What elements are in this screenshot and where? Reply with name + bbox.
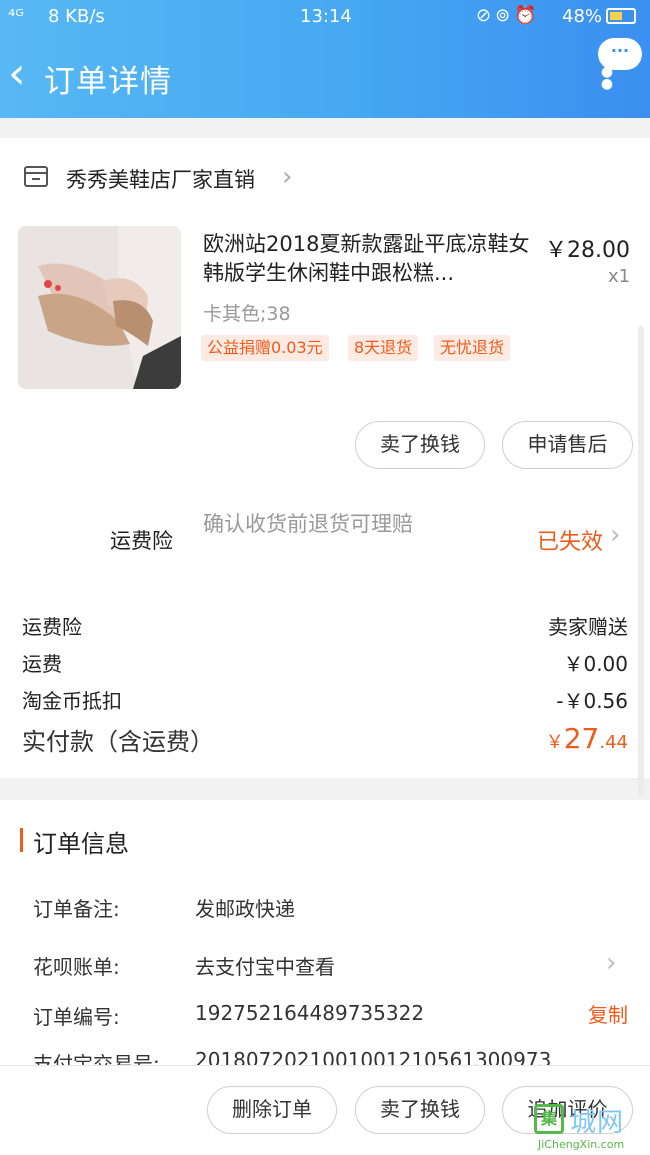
insurance-description: 确认收货前退货可理赔 — [203, 512, 413, 536]
chevron-right-icon[interactable]: › — [282, 162, 292, 192]
delete-order-button[interactable]: 删除订单 — [207, 1086, 337, 1134]
order-note-label: 订单备注: — [33, 897, 120, 921]
alipay-trade-number-value: 2018072021001001210561300973 — [195, 1048, 552, 1065]
lock-rotation-icon: ⊚ — [495, 5, 515, 26]
fee-value-coin-deduction: -￥0.56 — [556, 689, 628, 713]
fee-label-insurance: 运费险 — [22, 615, 82, 639]
chevron-right-icon[interactable]: › — [610, 520, 620, 550]
total-paid-amount: ￥27.44 — [546, 722, 628, 755]
network-speed: 8 KB/s — [48, 6, 105, 27]
sandal-image — [18, 226, 181, 389]
tag-8day-return: 8天退货 — [348, 335, 419, 361]
chevron-right-icon[interactable]: › — [606, 948, 616, 978]
total-paid-label: 实付款（含运费） — [22, 728, 214, 756]
more-menu-icon[interactable]: ● ● — [600, 65, 614, 91]
currency-symbol: ￥ — [545, 732, 564, 753]
product-sku: 卡其色;38 — [203, 303, 291, 325]
status-bar: ⁴ᴳ 8 KB/s 13:14 ⊘⊚⏰ 48% — [0, 0, 650, 34]
alarm-icon: ⏰ — [514, 5, 541, 26]
nfc-icon: ⊘ — [476, 5, 496, 26]
section-accent-bar — [20, 828, 23, 852]
sell-for-cash-button-bottom[interactable]: 卖了换钱 — [355, 1086, 485, 1134]
watermark-text: 城网 — [570, 1108, 625, 1138]
huabei-bill-link[interactable]: 去支付宝中查看 — [195, 951, 335, 980]
tag-worry-free-return: 无忧退货 — [434, 335, 511, 361]
back-arrow-icon[interactable]: ‹ — [8, 52, 26, 96]
insurance-status[interactable]: 已失效 — [537, 524, 603, 556]
fee-label-shipping: 运费 — [22, 652, 62, 676]
product-price: ￥28.00 — [545, 238, 630, 263]
order-number-value: 192752164489735322 — [195, 1001, 425, 1025]
battery-percent: 48% — [562, 6, 603, 27]
clock: 13:14 — [300, 6, 352, 27]
top-bar: ⁴ᴳ 8 KB/s 13:14 ⊘⊚⏰ 48% ‹ 订单详情 ··· ● ● — [0, 0, 650, 118]
fee-value-shipping: ￥0.00 — [563, 652, 628, 676]
scrollbar[interactable] — [638, 326, 644, 796]
order-info-title: 订单信息 — [33, 830, 129, 858]
shop-name[interactable]: 秀秀美鞋店厂家直销 — [66, 164, 255, 194]
sell-for-cash-button[interactable]: 卖了换钱 — [355, 421, 485, 469]
huabei-bill-label: 花呗账单: — [33, 955, 120, 979]
page-title: 订单详情 — [44, 64, 172, 100]
after-sale-button[interactable]: 申请售后 — [502, 421, 633, 469]
alipay-trade-number-label: 支付宝交易号: — [33, 1052, 160, 1065]
insurance-label: 运费险 — [110, 529, 173, 553]
battery-icon — [606, 8, 636, 24]
tag-donation: 公益捐赠0.03元 — [201, 335, 329, 361]
fee-value-insurance: 卖家赠送 — [548, 615, 628, 639]
signal-indicator: ⁴ᴳ — [8, 6, 24, 27]
watermark-logo: 集 城网 JiChengXin.com — [530, 1100, 648, 1152]
fee-label-coin-deduction: 淘金币抵扣 — [22, 689, 122, 713]
order-number-label: 订单编号: — [33, 1005, 120, 1029]
copy-button[interactable]: 复制 — [588, 999, 628, 1028]
watermark-mark: 集 — [534, 1104, 564, 1134]
product-quantity: x1 — [608, 266, 631, 287]
total-decimal: .44 — [599, 732, 628, 753]
product-name[interactable]: 欧洲站2018夏新款露趾平底凉鞋女韩版学生休闲鞋中跟松糕... — [203, 230, 533, 288]
shop-icon — [24, 166, 48, 187]
status-icons: ⊘⊚⏰ — [476, 5, 541, 26]
order-note-value: 发邮政快递 — [195, 897, 295, 921]
product-thumbnail[interactable] — [18, 226, 181, 389]
total-integer: 27 — [563, 722, 600, 755]
watermark-sub: JiChengXin.com — [538, 1138, 625, 1151]
